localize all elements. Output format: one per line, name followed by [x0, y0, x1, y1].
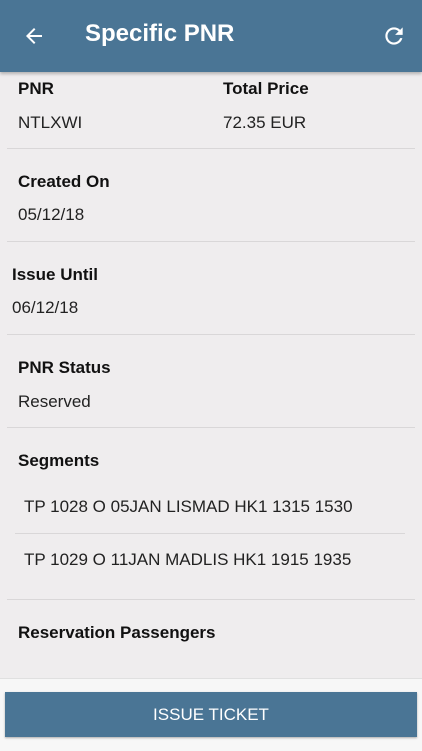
segment-divider: [15, 533, 405, 534]
divider: [7, 148, 415, 149]
pnr-label: PNR: [18, 79, 54, 98]
segment-item[interactable]: TP 1028 O 05JAN LISMAD HK1 1315 1530: [24, 497, 353, 517]
refresh-icon: [385, 27, 403, 45]
page-title: Specific PNR: [85, 20, 235, 47]
divider: [7, 427, 415, 428]
created-on-value: 05/12/18: [18, 205, 85, 224]
pnr-status-label: PNR Status: [18, 358, 111, 377]
back-button[interactable]: [14, 16, 54, 56]
created-on-label: Created On: [18, 172, 110, 191]
refresh-button[interactable]: [374, 16, 414, 56]
app-bar: Specific PNR: [0, 0, 422, 72]
pnr-details: PNR NTLXWI Total Price 72.35 EUR Created…: [0, 72, 422, 678]
segments-label: Segments: [18, 451, 100, 470]
divider: [7, 599, 415, 600]
issue-ticket-button[interactable]: ISSUE TICKET: [5, 692, 417, 737]
reservation-passengers-label: Reservation Passengers: [18, 623, 216, 642]
total-price-value: 72.35 EUR: [223, 113, 307, 132]
issue-until-value: 06/12/18: [12, 298, 79, 317]
divider: [7, 241, 415, 242]
bottom-bar: ISSUE TICKET: [0, 678, 422, 751]
segment-item[interactable]: TP 1029 O 11JAN MADLIS HK1 1915 1935: [24, 550, 351, 570]
pnr-value: NTLXWI: [18, 113, 83, 132]
total-price-label: Total Price: [223, 79, 309, 98]
pnr-status-value: Reserved: [18, 392, 91, 411]
issue-until-label: Issue Until: [12, 265, 98, 284]
arrow-left-icon: [26, 28, 42, 44]
divider: [7, 334, 415, 335]
